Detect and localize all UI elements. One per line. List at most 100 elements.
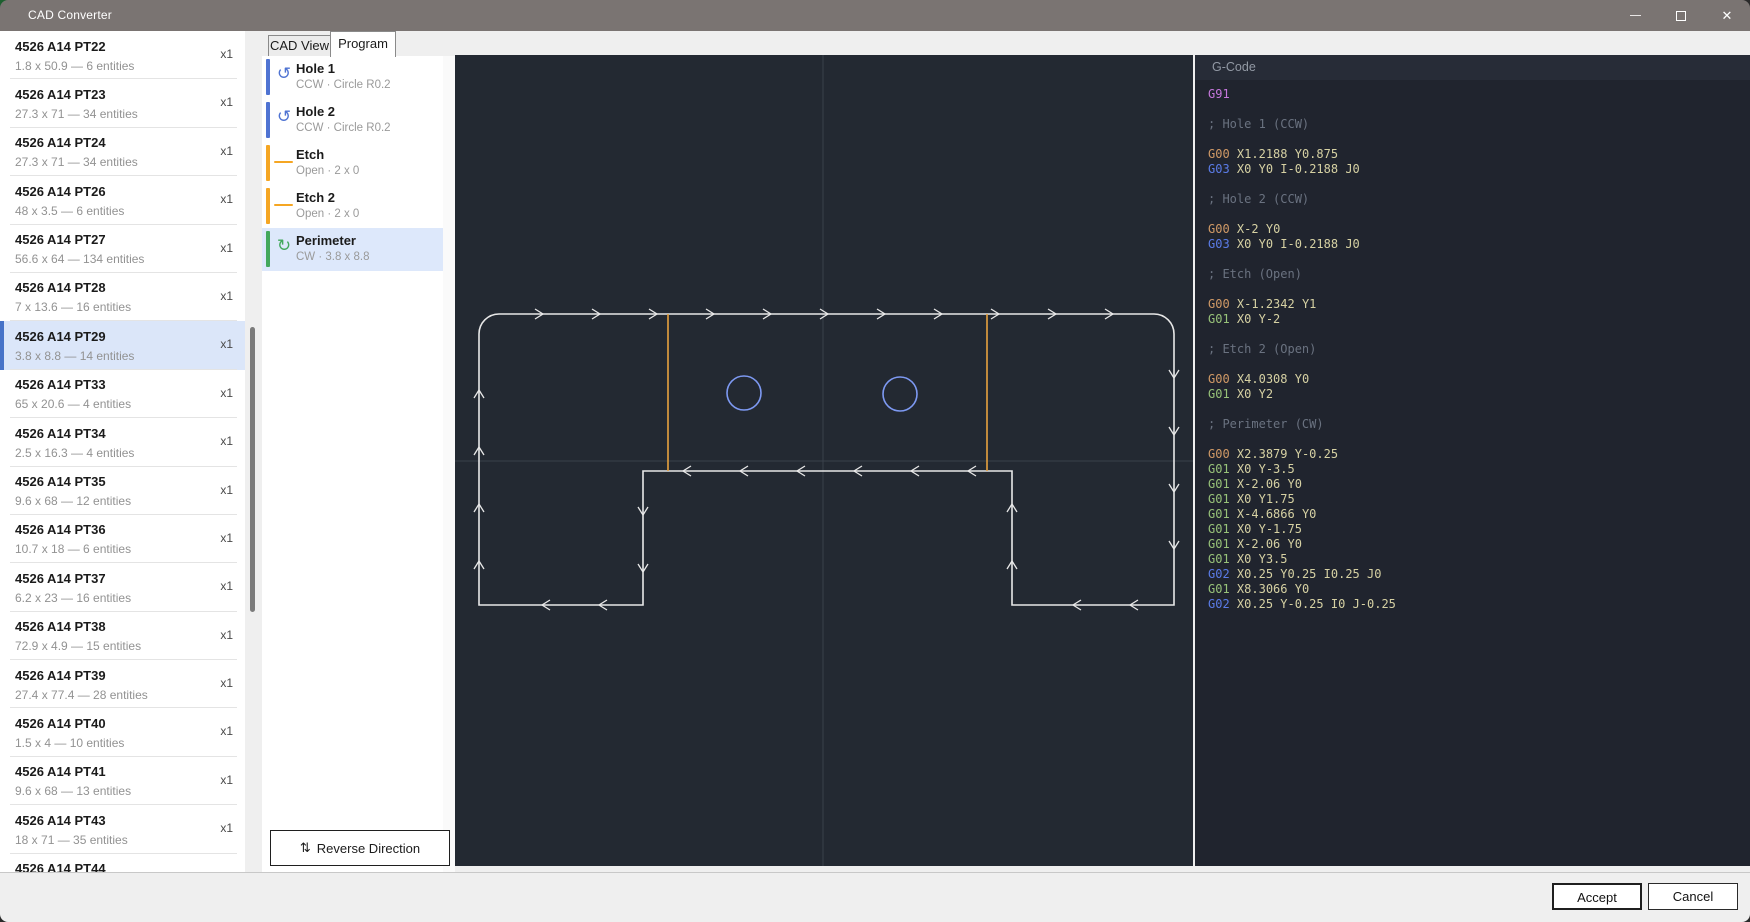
part-list-item[interactable]: 4526 A14 PT359.6 x 68 — 12 entitiesx1	[0, 467, 245, 515]
part-size-entities: 1.5 x 4 — 10 entities	[15, 736, 231, 750]
part-quantity: x1	[220, 579, 233, 593]
sidebar-scrollbar-thumb[interactable]	[250, 327, 255, 612]
part-list-item[interactable]: 4526 A14 PT40 1.5 x 4 — 10 entitiesx1	[0, 708, 245, 756]
gcode-line: G01 X0 Y-2	[1208, 312, 1750, 327]
gcode-line: G01 X-2.06 Y0	[1208, 477, 1750, 492]
part-name: 4526 A14 PT39	[15, 668, 231, 684]
operation-item[interactable]: ↺Hole 2CCW · Circle R0.2	[262, 99, 443, 142]
part-name: 4526 A14 PT38	[15, 619, 231, 635]
part-list-item[interactable]: 4526 A14 PT221.8 x 50.9 — 6 entitiesx1	[0, 31, 245, 79]
part-list-item[interactable]: 4526 A14 PT293.8 x 8.8 — 14 entitiesx1	[0, 321, 245, 369]
part-list-item[interactable]: 4526 A14 PT376.2 x 23 — 16 entitiesx1	[0, 563, 245, 611]
gcode-line: ; Etch (Open)	[1208, 267, 1750, 282]
part-list-item[interactable]: 4526 A14 PT2648 x 3.5 — 6 entitiesx1	[0, 176, 245, 224]
gcode-token: G00	[1208, 372, 1230, 386]
part-size-entities: 2.5 x 16.3 — 4 entities	[15, 446, 231, 460]
part-list-item[interactable]: 4526 A14 PT44x1	[0, 854, 245, 872]
part-list-item[interactable]: 4526 A14 PT2427.3 x 71 — 34 entitiesx1	[0, 128, 245, 176]
gcode-token: J0	[1367, 567, 1381, 581]
part-name: 4526 A14 PT43	[15, 813, 231, 829]
hole-circle-1	[727, 376, 761, 410]
gcode-token: Y0	[1302, 507, 1316, 521]
main-content: 4526 A14 PT221.8 x 50.9 — 6 entitiesx145…	[0, 31, 1750, 872]
gcode-comment: ; Hole 1 (CCW)	[1208, 117, 1309, 131]
operation-item[interactable]: ↻PerimeterCW · 3.8 x 8.8	[262, 228, 443, 271]
gcode-line	[1208, 177, 1750, 192]
gcode-line: G01 X0 Y2	[1208, 387, 1750, 402]
part-list-item[interactable]: 4526 A14 PT2327.3 x 71 — 34 entitiesx1	[0, 79, 245, 127]
gcode-line	[1208, 327, 1750, 342]
gcode-line: ; Hole 2 (CCW)	[1208, 192, 1750, 207]
gcode-token: X0	[1237, 462, 1251, 476]
part-size-entities: 27.3 x 71 — 34 entities	[15, 155, 231, 169]
gcode-token: G01	[1208, 537, 1230, 551]
operation-subtitle: CCW · Circle R0.2	[296, 79, 437, 92]
minimize-button[interactable]	[1612, 0, 1658, 31]
part-list-item[interactable]: 4526 A14 PT2756.6 x 64 — 134 entitiesx1	[0, 225, 245, 273]
part-quantity: x1	[220, 144, 233, 158]
hole-circle-2	[883, 377, 917, 411]
part-list-item[interactable]: 4526 A14 PT3927.4 x 77.4 — 28 entitiesx1	[0, 660, 245, 708]
cw-rotate-icon: ↻	[275, 237, 293, 255]
gcode-token: G91	[1208, 87, 1230, 101]
operation-accent-bar	[266, 145, 270, 181]
swap-vertical-icon: ⇅	[300, 840, 311, 856]
part-list-item[interactable]: 4526 A14 PT3872.9 x 4.9 — 15 entitiesx1	[0, 612, 245, 660]
operation-title: Hole 1	[296, 61, 437, 77]
gcode-token: J-0.25	[1353, 597, 1396, 611]
tab-cad-view[interactable]: CAD View	[268, 35, 331, 56]
gcode-token: X-1.2342	[1237, 297, 1295, 311]
gcode-token: I-0.2188	[1280, 162, 1338, 176]
part-list-item[interactable]: 4526 A14 PT3365 x 20.6 — 4 entitiesx1	[0, 370, 245, 418]
part-size-entities: 7 x 13.6 — 16 entities	[15, 300, 231, 314]
part-list-item[interactable]: 4526 A14 PT4318 x 71 — 35 entitiesx1	[0, 805, 245, 853]
gcode-token: I0	[1331, 597, 1345, 611]
part-name: 4526 A14 PT40	[15, 716, 231, 732]
close-button[interactable]: ✕	[1704, 0, 1750, 31]
part-size-entities: 27.3 x 71 — 34 entities	[15, 107, 231, 121]
part-size-entities: 65 x 20.6 — 4 entities	[15, 397, 231, 411]
operation-item[interactable]: Etch 2Open · 2 x 0	[262, 185, 443, 228]
part-list-item[interactable]: 4526 A14 PT342.5 x 16.3 — 4 entitiesx1	[0, 418, 245, 466]
gcode-token: Y0.25	[1280, 567, 1316, 581]
gcode-line: G00 X4.0308 Y0	[1208, 372, 1750, 387]
maximize-button[interactable]	[1658, 0, 1704, 31]
operation-item[interactable]: EtchOpen · 2 x 0	[262, 142, 443, 185]
gcode-token: X-4.6866	[1237, 507, 1295, 521]
gcode-line: G01 X0 Y-3.5	[1208, 462, 1750, 477]
gcode-line: G00 X1.2188 Y0.875	[1208, 147, 1750, 162]
tab-program[interactable]: Program	[330, 31, 396, 57]
operation-accent-bar	[266, 59, 270, 95]
close-icon: ✕	[1722, 8, 1733, 24]
gcode-comment: ; Hole 2 (CCW)	[1208, 192, 1309, 206]
part-list-item[interactable]: 4526 A14 PT3610.7 x 18 — 6 entitiesx1	[0, 515, 245, 563]
operation-item[interactable]: ↺Hole 1CCW · Circle R0.2	[262, 56, 443, 99]
part-quantity: x1	[220, 47, 233, 61]
part-list-item[interactable]: 4526 A14 PT419.6 x 68 — 13 entitiesx1	[0, 757, 245, 805]
reverse-direction-button[interactable]: ⇅ Reverse Direction	[270, 830, 450, 866]
gcode-line: ; Hole 1 (CCW)	[1208, 117, 1750, 132]
cancel-button[interactable]: Cancel	[1648, 883, 1738, 910]
sidebar-scrollbar-track[interactable]	[245, 31, 262, 872]
operations-panel: ↺Hole 1CCW · Circle R0.2↺Hole 2CCW · Cir…	[262, 56, 443, 872]
gcode-token: G01	[1208, 492, 1230, 506]
operations-list: ↺Hole 1CCW · Circle R0.2↺Hole 2CCW · Cir…	[262, 56, 443, 271]
parts-sidebar: 4526 A14 PT221.8 x 50.9 — 6 entitiesx145…	[0, 31, 245, 872]
part-outline	[479, 314, 1174, 605]
gcode-panel: G-Code G91; Hole 1 (CCW)G00 X1.2188 Y0.8…	[1193, 55, 1750, 866]
part-quantity: x1	[220, 724, 233, 738]
part-quantity: x1	[220, 337, 233, 351]
part-size-entities: 1.8 x 50.9 — 6 entities	[15, 59, 231, 73]
gcode-token: Y0	[1295, 372, 1309, 386]
gcode-token: X8.3066	[1237, 582, 1288, 596]
accept-button[interactable]: Accept	[1552, 883, 1642, 910]
part-list-item[interactable]: 4526 A14 PT287 x 13.6 — 16 entitiesx1	[0, 273, 245, 321]
gcode-token: X2.3879	[1237, 447, 1288, 461]
gcode-line: G01 X-2.06 Y0	[1208, 537, 1750, 552]
cad-canvas[interactable]	[455, 55, 1193, 866]
gcode-line: G02 X0.25 Y0.25 I0.25 J0	[1208, 567, 1750, 582]
operation-title: Etch	[296, 147, 437, 163]
gcode-line: ; Etch 2 (Open)	[1208, 342, 1750, 357]
line-icon	[274, 161, 293, 163]
gcode-token: Y-1.75	[1259, 522, 1302, 536]
